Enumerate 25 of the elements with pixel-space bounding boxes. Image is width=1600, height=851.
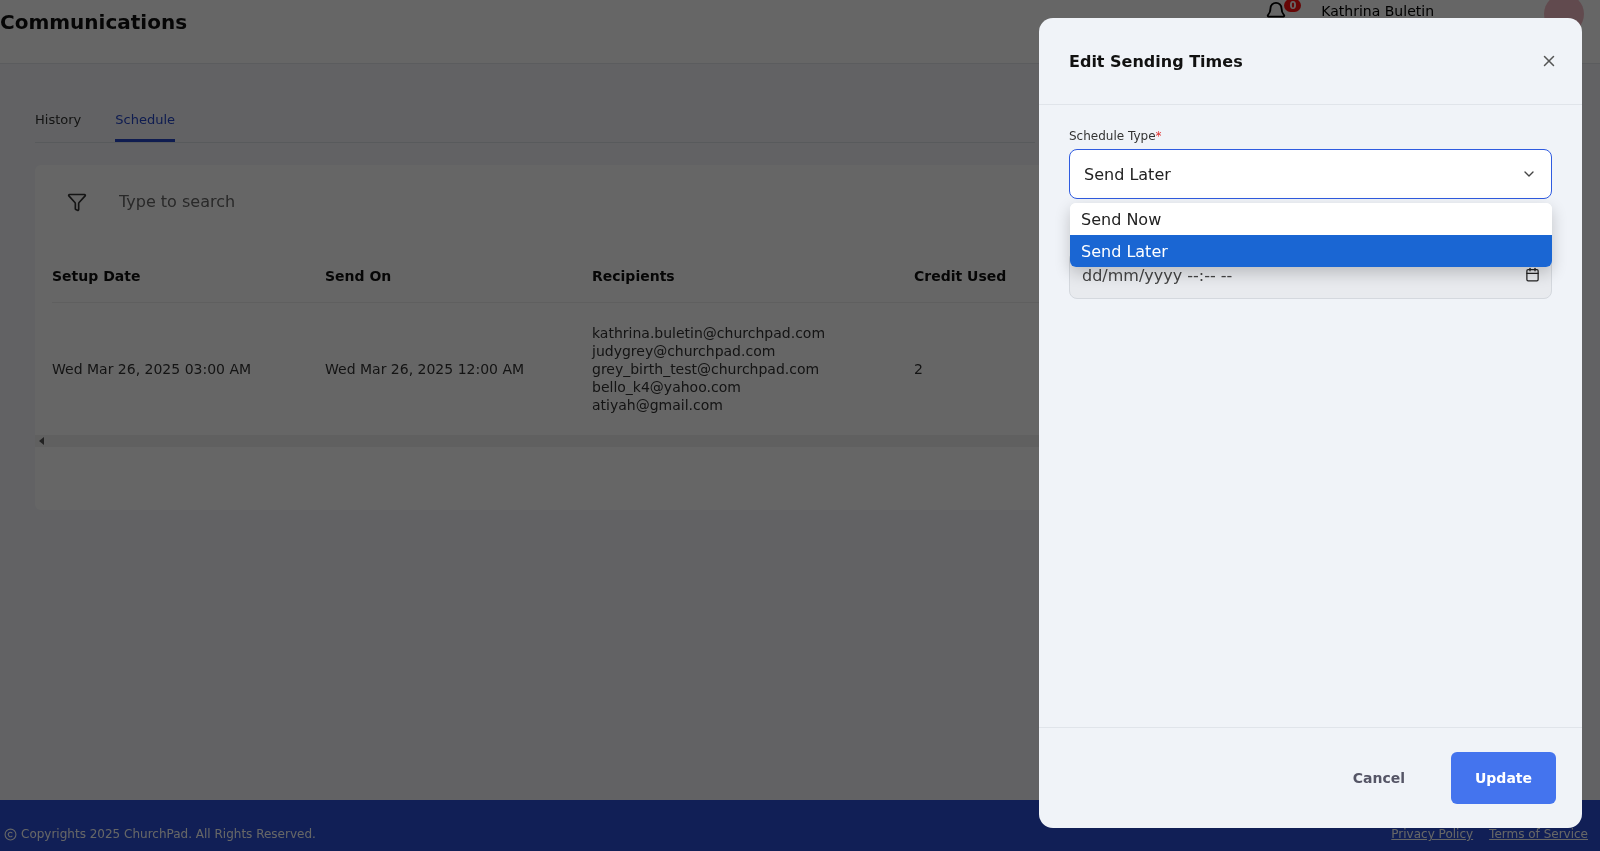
dropdown-option[interactable]: Send Later <box>1070 235 1552 267</box>
calendar-icon[interactable] <box>1525 267 1540 282</box>
dropdown-option[interactable]: Send Now <box>1070 203 1552 235</box>
footer-link[interactable]: Privacy Policy <box>1391 827 1474 841</box>
recipient-email: judygrey@churchpad.com <box>592 343 777 359</box>
update-button[interactable]: Update <box>1451 752 1556 804</box>
page-title: Communications <box>0 10 188 34</box>
user-name: Kathrina Buletin <box>1321 3 1434 19</box>
scroll-left-icon[interactable] <box>39 437 44 445</box>
field-label: Schedule Type* <box>1069 129 1163 143</box>
schedule-type-select[interactable]: Send Later <box>1069 149 1552 199</box>
tab[interactable]: History <box>35 112 82 142</box>
cancel-button[interactable]: Cancel <box>1344 762 1413 794</box>
tab[interactable]: Schedule <box>115 112 175 142</box>
recipient-email: atiyah@gmail.com <box>592 397 724 413</box>
copyright-icon <box>4 827 17 841</box>
search-field[interactable]: Type to search <box>117 191 521 212</box>
copyright-text: Copyrights 2025 ChurchPad. All Rights Reserved. <box>21 827 316 841</box>
recipient-email: bello_k4@yahoo.com <box>592 379 742 395</box>
recipient-email: kathrina.buletin@churchpad.com <box>592 325 826 341</box>
notification-badge: 0 <box>1284 0 1302 12</box>
filter-icon[interactable] <box>67 191 87 212</box>
modal-title: Edit Sending Times <box>1069 51 1243 71</box>
recipient-email: grey_birth_test@churchpad.com <box>592 361 821 377</box>
footer-link[interactable]: Terms of Service <box>1489 827 1588 841</box>
